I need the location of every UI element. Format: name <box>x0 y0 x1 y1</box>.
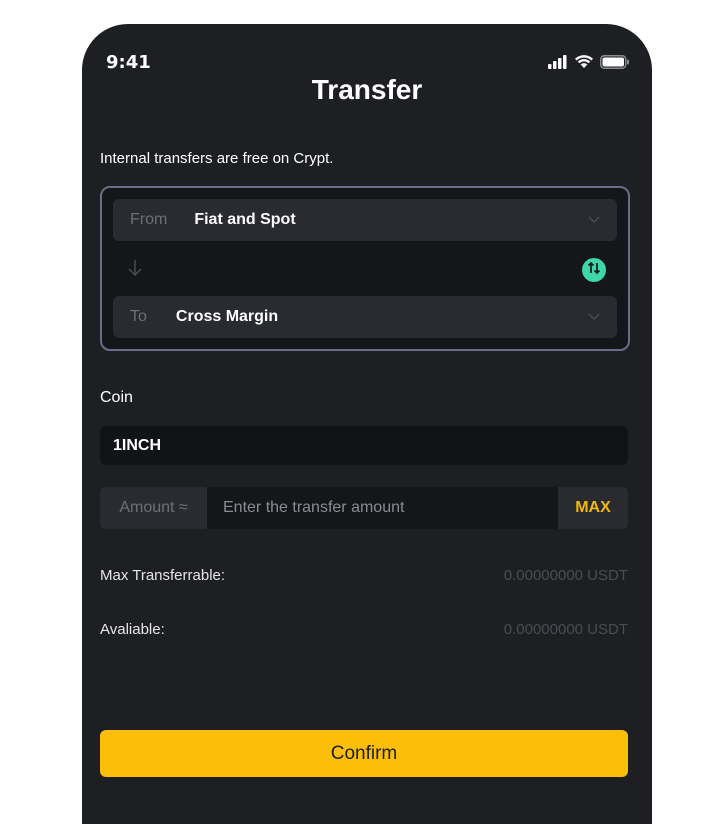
to-account-select[interactable]: To Cross Margin <box>113 296 617 338</box>
transfer-selector: From Fiat and Spot To Cross Margin <box>100 186 630 351</box>
from-account-select[interactable]: From Fiat and Spot <box>113 199 617 241</box>
status-icons <box>548 54 630 74</box>
swap-button[interactable] <box>582 258 606 282</box>
max-button[interactable]: MAX <box>558 487 628 529</box>
available-value: 0.00000000 USDT <box>503 621 628 638</box>
status-time: 9:41 <box>106 52 151 73</box>
max-transferrable-row: Max Transferrable: 0.00000000 USDT <box>100 567 628 584</box>
max-transferrable-label: Max Transferrable: <box>100 567 226 584</box>
coin-select[interactable]: 1INCH <box>100 426 628 465</box>
available-row: Avaliable: 0.00000000 USDT <box>100 621 628 638</box>
battery-icon <box>600 54 630 74</box>
swap-icon <box>587 261 601 280</box>
arrow-down-icon <box>128 259 142 282</box>
info-text: Internal transfers are free on Crypt. <box>100 150 334 167</box>
phone-screen: 9:41 Transfer Internal transfers are fre… <box>82 24 652 824</box>
available-label: Avaliable: <box>100 621 165 638</box>
max-transferrable-value: 0.00000000 USDT <box>503 567 628 584</box>
coin-value: 1INCH <box>113 436 162 454</box>
from-label: From <box>130 211 168 228</box>
amount-field: Amount ≈ MAX <box>100 487 628 529</box>
signal-icon <box>548 54 568 74</box>
to-value: Cross Margin <box>175 308 279 325</box>
from-value: Fiat and Spot <box>194 211 296 228</box>
coin-label: Coin <box>100 389 133 406</box>
chevron-down-icon <box>587 309 601 328</box>
confirm-button[interactable]: Confirm <box>100 730 628 777</box>
amount-input[interactable] <box>207 487 558 529</box>
page-title: Transfer <box>311 74 423 105</box>
chevron-down-icon <box>587 212 601 231</box>
to-label: To <box>130 308 147 325</box>
wifi-icon <box>574 54 594 74</box>
amount-label: Amount ≈ <box>100 487 207 529</box>
